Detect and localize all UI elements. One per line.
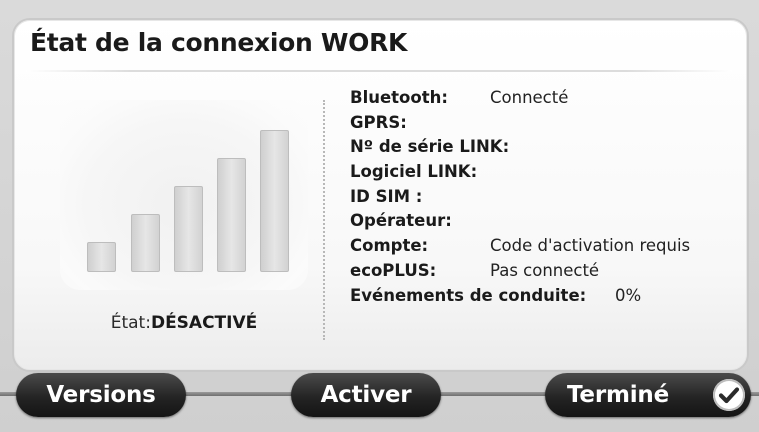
connection-state: État:DÉSACTIVÉ bbox=[60, 313, 308, 333]
check-circle-icon bbox=[713, 379, 745, 411]
info-label: GPRS: bbox=[350, 112, 407, 132]
signal-bar-3 bbox=[174, 186, 203, 272]
title-divider bbox=[26, 70, 732, 72]
info-row-sim-id: ID SIM : bbox=[350, 187, 740, 212]
signal-bar-4 bbox=[217, 158, 246, 272]
activate-button[interactable]: Activer bbox=[291, 373, 441, 417]
info-value: Code d'activation requis bbox=[490, 236, 691, 256]
state-label: État: bbox=[110, 313, 151, 333]
info-label: Bluetooth: bbox=[350, 88, 448, 107]
versions-button[interactable]: Versions bbox=[16, 373, 186, 417]
info-row-operator: Opérateur: bbox=[350, 211, 740, 236]
info-label: ID SIM : bbox=[350, 186, 423, 206]
done-button-label: Terminé bbox=[567, 382, 669, 408]
info-label: ecoPLUS: bbox=[350, 260, 437, 280]
info-row-software: Logiciel LINK: bbox=[350, 162, 740, 187]
info-label: Evénements de conduite: bbox=[350, 285, 587, 305]
info-value: Pas connecté bbox=[490, 260, 600, 280]
connection-info-list: Bluetooth: Connecté GPRS: Nº de série LI… bbox=[350, 88, 740, 310]
page-title: État de la connexion WORK bbox=[30, 28, 408, 57]
signal-bar-5 bbox=[260, 130, 289, 272]
info-label: Logiciel LINK: bbox=[350, 162, 478, 182]
state-value: DÉSACTIVÉ bbox=[150, 313, 258, 333]
info-row-driving-events: Evénements de conduite: 0% bbox=[350, 286, 740, 311]
info-row-gprs: GPRS: bbox=[350, 113, 740, 138]
info-label: Nº de série LINK: bbox=[350, 137, 510, 157]
info-row-serial: Nº de série LINK: bbox=[350, 137, 740, 162]
done-button[interactable]: Terminé bbox=[545, 373, 751, 417]
signal-bar-2 bbox=[131, 214, 160, 272]
signal-bar-1 bbox=[87, 242, 116, 272]
info-value: Connecté bbox=[490, 88, 569, 107]
info-row-bluetooth: Bluetooth: Connecté bbox=[350, 88, 740, 113]
info-label: Compte: bbox=[350, 236, 429, 256]
info-label: Opérateur: bbox=[350, 211, 452, 231]
activate-button-label: Activer bbox=[320, 382, 412, 408]
info-row-ecoplus: ecoPLUS: Pas connecté bbox=[350, 261, 740, 286]
info-value: 0% bbox=[615, 285, 642, 305]
versions-button-label: Versions bbox=[46, 382, 156, 408]
vertical-separator bbox=[323, 100, 325, 340]
info-row-account: Compte: Code d'activation requis bbox=[350, 236, 740, 261]
signal-strength-icon bbox=[60, 100, 308, 290]
